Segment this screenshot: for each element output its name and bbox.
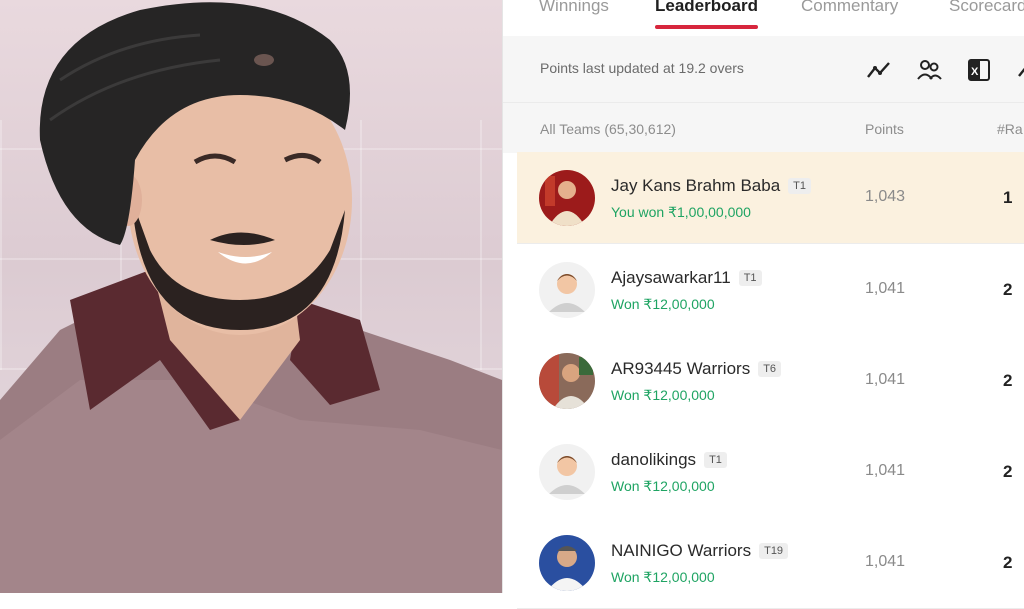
team-name: Jay Kans Brahm Baba T1 [611, 176, 811, 196]
default-user-avatar [539, 262, 595, 318]
team-rank: 2 [1003, 280, 1013, 299]
team-avatar [539, 170, 595, 226]
team-name: danolikings T1 [611, 450, 727, 470]
team-number-badge: T1 [738, 270, 762, 286]
team-number-badge: T1 [704, 452, 727, 468]
team-points: 1,043 [865, 188, 906, 205]
points-column-header: Points [865, 121, 904, 137]
person-illustration [0, 2, 502, 593]
all-teams-label: All Teams (65,30,612) [540, 121, 676, 137]
leaderboard-row[interactable]: AR93445 Warriors T6 Won ₹12,00,000 1,041 … [517, 335, 1024, 427]
leaderboard-row[interactable]: NAINIGO Warriors T19 Won ₹12,00,000 1,041… [517, 517, 1024, 609]
points-info-bar: Points last updated at 19.2 overs X [503, 36, 1024, 102]
team-rank: 2 [1003, 371, 1013, 390]
team-avatar [539, 535, 595, 591]
team-rank: 2 [1003, 553, 1013, 572]
more-tool-icon[interactable] [1013, 56, 1024, 84]
team-points: 1,041 [865, 280, 906, 297]
team-name: Ajaysawarkar11 T1 [611, 268, 762, 288]
points-updated-text: Points last updated at 19.2 overs [540, 60, 744, 76]
team-points: 1,041 [865, 462, 906, 479]
leaderboard-header: All Teams (65,30,612) Points #Ra [503, 102, 1024, 153]
team-number-badge: T19 [759, 543, 789, 559]
tab-bar: Winnings Leaderboard Commentary Scorecar… [503, 0, 1024, 37]
default-user-avatar [539, 444, 595, 500]
tab-scorecard[interactable]: Scorecard [949, 0, 1024, 35]
excel-download-icon[interactable]: X [965, 56, 993, 84]
rank-column-header: #Ra [997, 121, 1023, 137]
leaderboard-panel: Winnings Leaderboard Commentary Scorecar… [502, 0, 1024, 609]
team-rank: 2 [1003, 462, 1013, 481]
trend-chart-icon[interactable] [865, 56, 893, 84]
winning-amount: You won ₹1,00,00,000 [611, 204, 751, 220]
compare-users-icon[interactable] [915, 56, 943, 84]
svg-text:X: X [971, 66, 979, 78]
person-photo [0, 0, 502, 593]
winning-amount: Won ₹12,00,000 [611, 569, 715, 585]
team-name: AR93445 Warriors T6 [611, 359, 782, 379]
team-rank: 1 [1003, 188, 1013, 207]
tab-winnings[interactable]: Winnings [539, 0, 609, 35]
winning-amount: Won ₹12,00,000 [611, 387, 715, 403]
winning-amount: Won ₹12,00,000 [611, 478, 715, 494]
team-points: 1,041 [865, 371, 906, 388]
leaderboard-row[interactable]: Jay Kans Brahm Baba T1 You won ₹1,00,00,0… [517, 152, 1024, 244]
team-number-badge: T6 [758, 361, 782, 377]
team-name: NAINIGO Warriors T19 [611, 541, 789, 561]
tab-commentary[interactable]: Commentary [801, 0, 898, 35]
winning-amount: Won ₹12,00,000 [611, 296, 715, 312]
team-number-badge: T1 [788, 178, 811, 194]
team-avatar [539, 353, 595, 409]
leaderboard-row[interactable]: danolikings T1 Won ₹12,00,000 1,041 2 [517, 426, 1024, 518]
tab-leaderboard[interactable]: Leaderboard [655, 0, 758, 35]
team-points: 1,041 [865, 553, 906, 570]
leaderboard-row[interactable]: Ajaysawarkar11 T1 Won ₹12,00,000 1,041 2 [517, 244, 1024, 336]
